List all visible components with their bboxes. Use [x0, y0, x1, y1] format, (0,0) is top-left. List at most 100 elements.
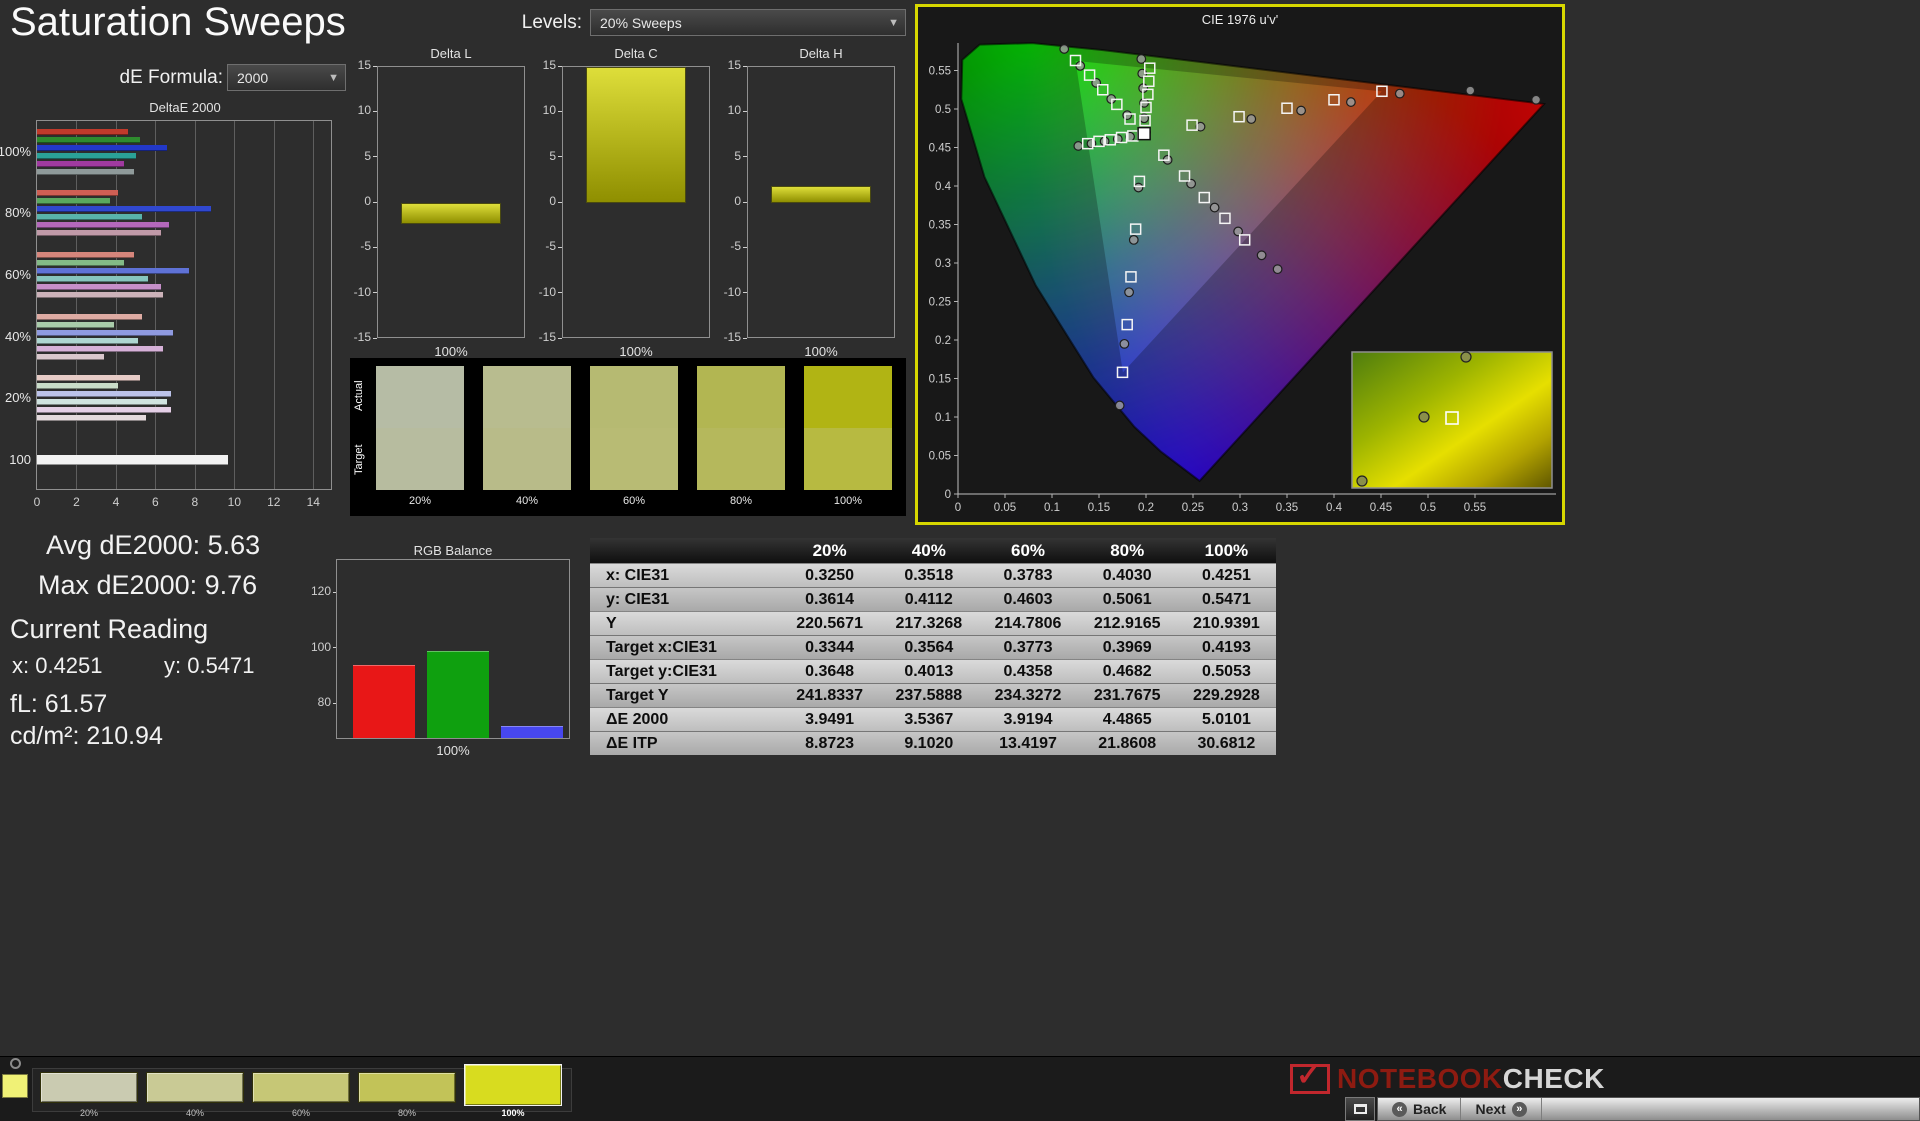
cie-measured-point: [1210, 203, 1219, 212]
cie-inset-zoom-box: [1352, 352, 1552, 488]
cie-measured-point: [1125, 288, 1134, 297]
delta-tick-label: -10: [530, 285, 556, 299]
swatch-actual-60%: [590, 366, 678, 428]
swatch-label: 20%: [376, 495, 464, 507]
rgb-balance-x-label: 100%: [336, 743, 570, 758]
cie-measured-point: [1134, 183, 1143, 192]
logo-word-notebook: NOTEBOOK: [1337, 1063, 1503, 1095]
bottom-tile-40%[interactable]: [146, 1072, 244, 1103]
de-group-label: 100: [0, 452, 31, 467]
de-bar: [37, 399, 167, 405]
chevron-down-icon: ▼: [328, 72, 339, 84]
table-header-cell: 60%: [978, 538, 1077, 563]
table-cell: 229.2928: [1177, 684, 1276, 707]
cie-measured-point: [1396, 89, 1405, 98]
de-x-tick-label: 2: [64, 495, 88, 509]
logo-word-check: CHECK: [1503, 1063, 1605, 1095]
table-cell: 0.3564: [879, 636, 978, 659]
de-x-tick-label: 4: [104, 495, 128, 509]
delta-tick-label: -15: [715, 330, 741, 344]
de-bar: [37, 455, 228, 465]
swatch-label: 40%: [483, 495, 571, 507]
table-header-cell: 20%: [780, 538, 879, 563]
table-cell: 0.3518: [879, 564, 978, 587]
delta-chart-plot: [562, 66, 710, 338]
table-cell: 0.3783: [978, 564, 1077, 587]
de-bar: [37, 260, 124, 266]
rgb-bar-red: [353, 665, 415, 738]
delta-tick-mark: [743, 247, 747, 248]
status-dot-icon: [10, 1058, 21, 1069]
delta-tick-label: 0: [715, 194, 741, 208]
cie-measured-point: [1247, 115, 1256, 124]
table-row: Target Y241.8337237.5888234.3272231.7675…: [590, 683, 1276, 707]
back-button-label: Back: [1413, 1101, 1446, 1117]
cie-inset-measured-point: [1461, 352, 1471, 362]
table-header-cell: 100%: [1177, 538, 1276, 563]
cie-inset-measured-point: [1419, 412, 1429, 422]
window-icon: [1354, 1104, 1367, 1114]
cie-y-tick-label: 0.1: [935, 412, 951, 424]
delta-tick-mark: [558, 156, 562, 157]
next-button-label: Next: [1475, 1101, 1505, 1117]
cie-y-tick-label: 0.45: [929, 143, 951, 155]
de-bar: [37, 314, 142, 320]
delta-tick-mark: [558, 338, 562, 339]
table-cell: 0.3969: [1078, 636, 1177, 659]
table-cell: 237.5888: [879, 684, 978, 707]
chevron-down-icon: ▼: [888, 17, 899, 29]
levels-dropdown[interactable]: 20% Sweeps ▼: [590, 9, 906, 36]
cie-y-tick-label: 0: [945, 489, 951, 501]
table-cell: 0.5061: [1078, 588, 1177, 611]
cie-measured-point: [1074, 142, 1083, 151]
next-button[interactable]: Next »: [1461, 1098, 1541, 1120]
rgb-tick-mark: [333, 592, 336, 593]
levels-label: Levels:: [468, 12, 582, 34]
de-bar: [37, 190, 118, 196]
cie-measured-point: [1060, 45, 1069, 54]
notebookcheck-logo: ✓ NOTEBOOK CHECK: [1290, 1060, 1605, 1098]
de-gridline: [155, 121, 156, 489]
current-x-value: x: 0.4251: [12, 653, 103, 679]
delta-value-bar: [586, 67, 686, 203]
cie-measured-point: [1137, 55, 1146, 64]
table-cell: 210.9391: [1177, 612, 1276, 635]
de-bar: [37, 391, 171, 397]
table-cell: 30.6812: [1177, 732, 1276, 755]
delta-tick-label: 5: [715, 149, 741, 163]
de-group-label: 40%: [0, 329, 31, 344]
window-mode-button[interactable]: [1345, 1097, 1375, 1121]
swatch-actual-100%: [804, 366, 892, 428]
table-cell: 0.5471: [1177, 588, 1276, 611]
bottom-tile-80%[interactable]: [358, 1072, 456, 1103]
table-row: Y220.5671217.3268214.7806212.9165210.939…: [590, 611, 1276, 635]
de-x-tick-label: 12: [262, 495, 286, 509]
de-bar: [37, 292, 163, 298]
delta-tick-label: -15: [345, 330, 371, 344]
de-gridline: [313, 121, 314, 489]
delta-tick-mark: [743, 156, 747, 157]
bottom-tile-label: 20%: [40, 1108, 138, 1118]
cie-measured-point: [1347, 98, 1356, 107]
cie-1976-diagram-panel: 00.050.10.150.20.250.30.350.40.450.50.55…: [915, 4, 1565, 525]
swatch-target-80%: [697, 428, 785, 490]
table-row-label: Target x:CIE31: [590, 636, 780, 659]
delta-tick-label: -5: [530, 239, 556, 253]
de-formula-dropdown[interactable]: 2000 ▼: [227, 64, 346, 91]
table-cell: 9.1020: [879, 732, 978, 755]
table-row-label: Y: [590, 612, 780, 635]
cie-x-tick-label: 0.25: [1182, 502, 1204, 514]
back-button[interactable]: « Back: [1378, 1098, 1461, 1120]
cie-target-square: [1180, 171, 1190, 181]
delta-tick-label: 15: [530, 58, 556, 72]
de-bar: [37, 322, 114, 328]
bottom-tile-100%[interactable]: [464, 1064, 562, 1106]
de-group-label: 60%: [0, 267, 31, 282]
bottom-tile-20%[interactable]: [40, 1072, 138, 1103]
cie-measured-point: [1123, 111, 1132, 120]
delta-x-label: 100%: [747, 344, 895, 359]
de-x-tick-label: 8: [183, 495, 207, 509]
delta-tick-mark: [743, 202, 747, 203]
bottom-tile-60%[interactable]: [252, 1072, 350, 1103]
cie-x-tick-label: 0.5: [1420, 502, 1436, 514]
